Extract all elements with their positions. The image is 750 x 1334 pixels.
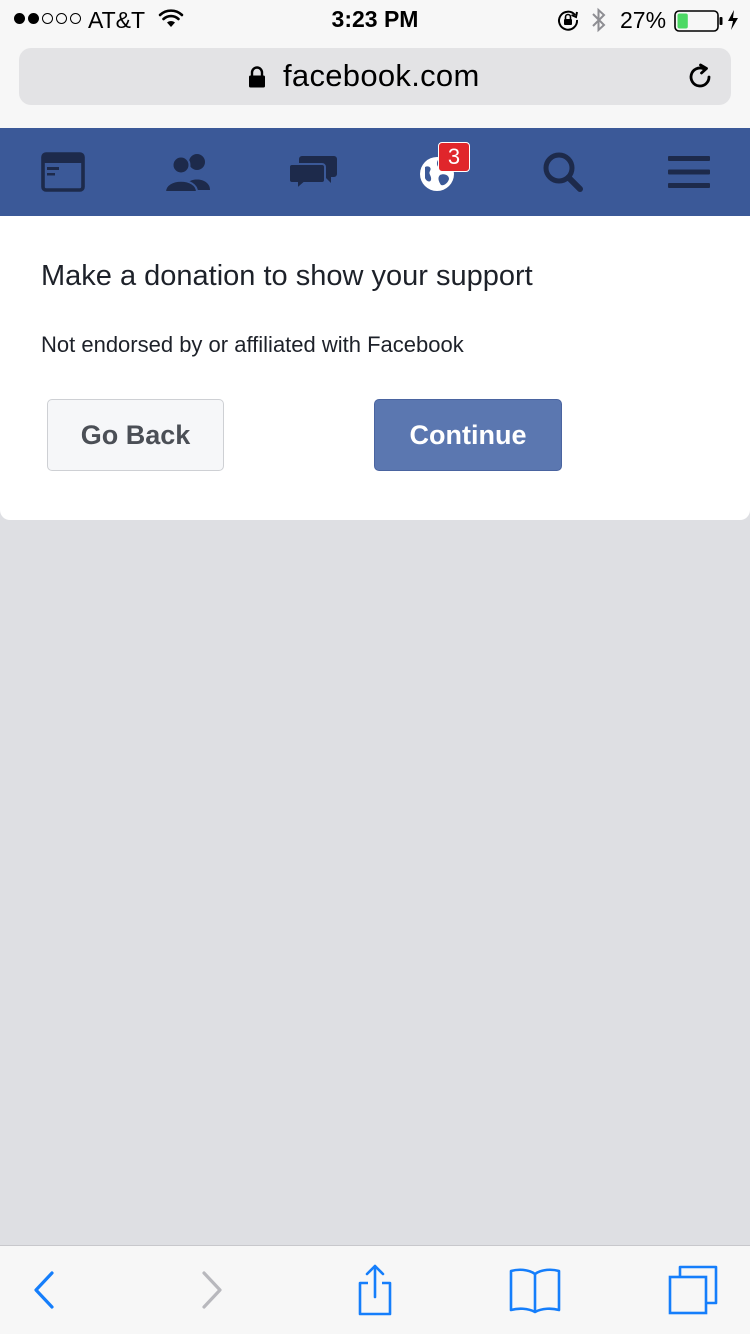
charging-bolt-icon [728,10,738,30]
friend-requests-icon[interactable] [160,128,216,216]
notifications-badge: 3 [438,142,470,172]
dialog-title: Make a donation to show your support [41,260,533,292]
menu-icon[interactable] [666,128,712,216]
messages-icon[interactable] [286,128,340,216]
bookmarks-icon[interactable] [506,1246,564,1334]
search-icon[interactable] [540,128,586,216]
lock-icon [249,66,265,88]
url-text: facebook.com [283,58,480,93]
go-back-button[interactable]: Go Back [47,399,224,471]
browser-toolbar [0,1245,750,1334]
news-feed-icon[interactable] [38,128,88,216]
dialog-disclaimer: Not endorsed by or affiliated with Faceb… [41,332,464,357]
forward-chevron-icon [192,1246,232,1334]
tabs-icon[interactable] [664,1246,722,1334]
status-bar: AT&T 3:23 PM 27% [0,0,750,40]
continue-button[interactable]: Continue [374,399,562,471]
address-bar[interactable]: facebook.com [19,48,731,105]
browser-address-area: facebook.com [0,40,750,128]
donation-dialog: Make a donation to show your support Not… [0,216,750,520]
share-icon[interactable] [350,1246,400,1334]
bluetooth-icon [592,7,606,33]
battery-percentage: 27% [620,7,667,33]
back-chevron-icon[interactable] [24,1246,64,1334]
rotation-lock-icon [558,10,579,31]
facebook-navbar [0,128,750,216]
battery-icon [674,10,723,32]
reload-icon[interactable] [685,62,715,92]
